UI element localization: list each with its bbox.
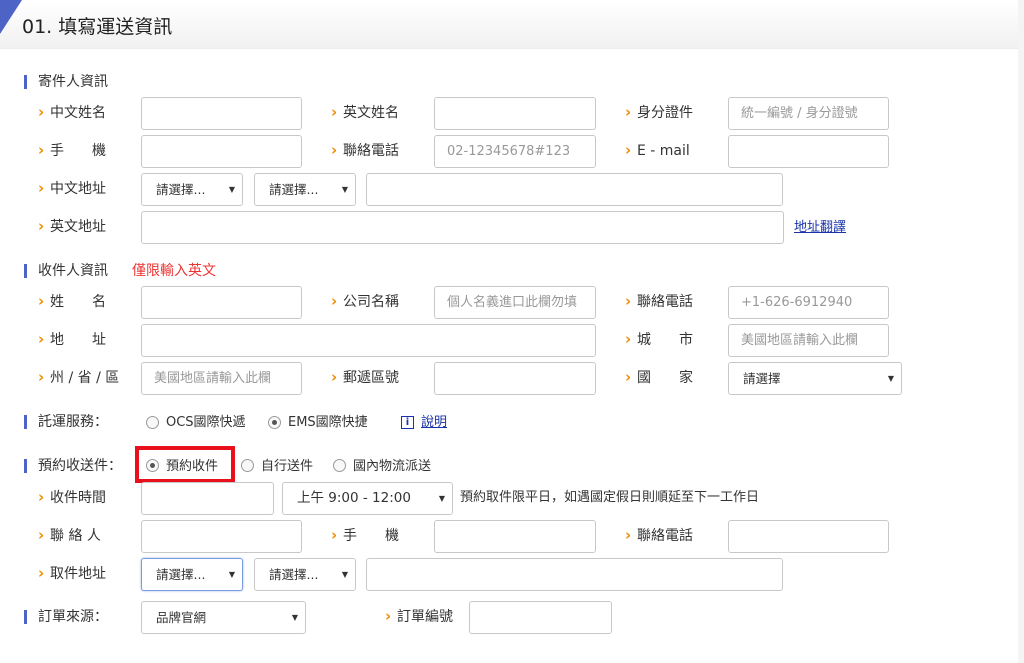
sender-mobile-label: 手 機 bbox=[38, 141, 106, 160]
chevron-down-icon: ▼ bbox=[438, 494, 445, 503]
service-radio-ems[interactable] bbox=[268, 416, 281, 429]
recipient-company-input[interactable]: 個人名義進口此欄勿填 bbox=[434, 286, 596, 319]
chevron-down-icon: ▼ bbox=[341, 185, 348, 194]
pickup-district-select-value: 請選擇... bbox=[269, 567, 319, 582]
recipient-company-label: 公司名稱 bbox=[331, 292, 399, 311]
english-only-note: 僅限輸入英文 bbox=[132, 263, 216, 279]
info-icon[interactable]: i bbox=[401, 416, 414, 429]
chevron-down-icon: ▼ bbox=[291, 613, 298, 622]
chevron-down-icon: ▼ bbox=[228, 185, 235, 194]
sender-chinese-name-input[interactable] bbox=[141, 97, 302, 130]
order-number-label: 訂單編號 bbox=[385, 607, 453, 626]
pickup-time-select[interactable]: 上午 9:00 - 12:00 ▼ bbox=[282, 482, 453, 515]
recipient-address-label: 地 址 bbox=[38, 330, 106, 349]
pickup-address-input[interactable] bbox=[366, 558, 783, 591]
sender-id-input[interactable]: 統一編號 / 身分證號 bbox=[728, 97, 889, 130]
address-translate-link[interactable]: 地址翻譯 bbox=[794, 219, 846, 237]
pickup-label: 預約收送件： bbox=[24, 457, 122, 475]
pickup-phone-label: 聯絡電話 bbox=[625, 526, 693, 545]
sender-phone-label: 聯絡電話 bbox=[331, 141, 399, 160]
order-source-select[interactable]: 品牌官網 ▼ bbox=[141, 601, 306, 634]
recipient-zip-input[interactable] bbox=[434, 362, 596, 395]
recipient-phone-label: 聯絡電話 bbox=[625, 292, 693, 311]
sender-id-label: 身分證件 bbox=[625, 103, 693, 122]
recipient-state-label: 州 / 省 / 區 bbox=[38, 368, 119, 387]
sender-mobile-input[interactable] bbox=[141, 135, 302, 168]
pickup-mobile-input[interactable] bbox=[434, 520, 596, 553]
service-option-ocs: OCS國際快遞 bbox=[166, 415, 246, 430]
recipient-city-input[interactable]: 美國地區請輸入此欄 bbox=[728, 324, 889, 357]
pickup-city-select[interactable]: 請選擇... ▼ bbox=[141, 558, 243, 591]
sender-cn-address-input[interactable] bbox=[366, 173, 783, 206]
sender-section-title: 寄件人資訊 bbox=[24, 73, 108, 91]
sender-city-select[interactable]: 請選擇... ▼ bbox=[141, 173, 243, 206]
pickup-district-select[interactable]: 請選擇... ▼ bbox=[254, 558, 356, 591]
order-source-label: 訂單來源： bbox=[24, 608, 108, 626]
pickup-time-select-value: 上午 9:00 - 12:00 bbox=[297, 490, 411, 506]
recipient-country-label: 國 家 bbox=[625, 368, 693, 387]
recipient-city-label: 城 市 bbox=[625, 330, 693, 349]
sender-en-address-input[interactable] bbox=[141, 211, 784, 244]
sender-city-select-value: 請選擇... bbox=[156, 182, 206, 197]
shipping-form-panel: 01. 填寫運送資訊 寄件人資訊 中文姓名 英文姓名 身分證件 統一編號 / 身… bbox=[0, 0, 1018, 663]
pickup-radio-domestic[interactable] bbox=[333, 459, 346, 472]
recipient-zip-label: 郵遞區號 bbox=[331, 368, 399, 387]
pickup-phone-input[interactable] bbox=[728, 520, 889, 553]
recipient-phone-input[interactable]: +1-626-6912940 bbox=[728, 286, 889, 319]
chevron-down-icon: ▼ bbox=[887, 374, 894, 383]
service-option-ems: EMS國際快捷 bbox=[288, 415, 368, 430]
recipient-name-input[interactable] bbox=[141, 286, 302, 319]
recipient-country-select[interactable]: 請選擇 ▼ bbox=[728, 362, 902, 395]
recipient-name-label: 姓 名 bbox=[38, 292, 106, 311]
order-number-input[interactable] bbox=[469, 601, 612, 634]
sender-cn-address-label: 中文地址 bbox=[38, 179, 106, 198]
pickup-city-select-value: 請選擇... bbox=[156, 567, 206, 582]
pickup-contact-input[interactable] bbox=[141, 520, 302, 553]
service-radio-ocs[interactable] bbox=[146, 416, 159, 429]
shipping-service-label: 託運服務： bbox=[24, 413, 108, 431]
sender-district-select[interactable]: 請選擇... ▼ bbox=[254, 173, 356, 206]
pickup-time-note: 預約取件限平日，如遇國定假日則順延至下一工作日 bbox=[460, 490, 760, 505]
chevron-down-icon: ▼ bbox=[228, 570, 235, 579]
sender-phone-input[interactable]: 02-12345678#123 bbox=[434, 135, 596, 168]
pickup-time-label: 收件時間 bbox=[38, 488, 106, 507]
pickup-address-label: 取件地址 bbox=[38, 564, 106, 583]
sender-email-input[interactable] bbox=[728, 135, 889, 168]
sender-english-name-input[interactable] bbox=[434, 97, 596, 130]
header-corner-decoration bbox=[0, 0, 22, 34]
pickup-date-input[interactable] bbox=[141, 482, 274, 515]
sender-district-select-value: 請選擇... bbox=[269, 182, 319, 197]
recipient-address-input[interactable] bbox=[141, 324, 596, 357]
order-source-select-value: 品牌官網 bbox=[156, 610, 207, 625]
pickup-option-domestic: 國內物流派送 bbox=[353, 459, 432, 474]
page-title: 01. 填寫運送資訊 bbox=[22, 16, 173, 38]
recipient-section-title: 收件人資訊 bbox=[24, 262, 108, 280]
pickup-radio-self[interactable] bbox=[241, 459, 254, 472]
sender-english-name-label: 英文姓名 bbox=[331, 103, 399, 122]
chevron-down-icon: ▼ bbox=[341, 570, 348, 579]
sender-en-address-label: 英文地址 bbox=[38, 217, 106, 236]
pickup-contact-label: 聯 絡 人 bbox=[38, 526, 101, 545]
pickup-option-self: 自行送件 bbox=[261, 459, 314, 474]
form-header: 01. 填寫運送資訊 bbox=[0, 0, 1018, 49]
service-info-link[interactable]: 說明 bbox=[421, 414, 447, 432]
sender-email-label: E - mail bbox=[625, 141, 690, 160]
pickup-mobile-label: 手 機 bbox=[331, 526, 399, 545]
selection-highlight-box bbox=[135, 446, 235, 483]
sender-chinese-name-label: 中文姓名 bbox=[38, 103, 106, 122]
recipient-country-select-value: 請選擇 bbox=[743, 371, 781, 386]
recipient-state-input[interactable]: 美國地區請輸入此欄 bbox=[141, 362, 302, 395]
